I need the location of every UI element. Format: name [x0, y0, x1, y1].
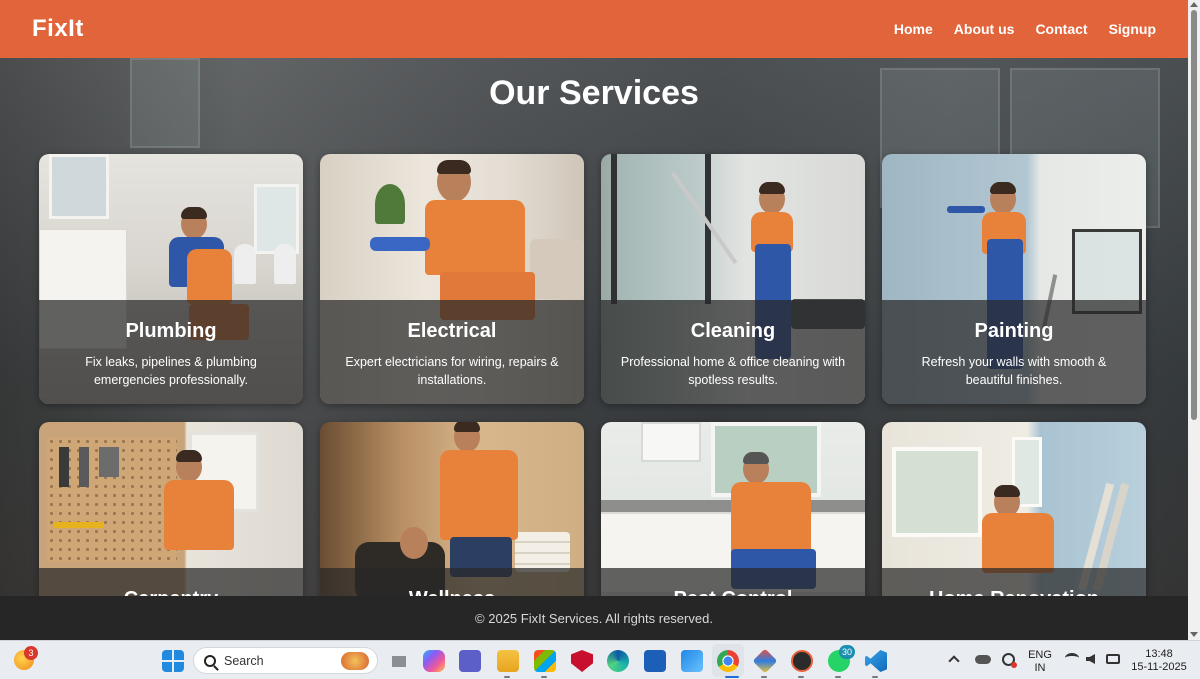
card-title: Electrical: [407, 320, 497, 342]
running-indicator: [872, 676, 878, 678]
nav-home-link[interactable]: Home: [894, 21, 933, 37]
sync-alert-dot: [1011, 662, 1017, 668]
nav-signup-link[interactable]: Signup: [1109, 21, 1156, 37]
card-title: Pest Control: [601, 588, 865, 596]
running-indicator: [504, 676, 510, 678]
service-card-plumbing[interactable]: Plumbing Fix leaks, pipelines & plumbing…: [39, 154, 303, 404]
running-indicator: [541, 676, 547, 678]
task-view-icon[interactable]: [388, 650, 410, 672]
store-icon[interactable]: [534, 650, 556, 672]
card-description: Expert electricians for wiring, repairs …: [345, 355, 559, 387]
language-code: ENG: [1028, 649, 1052, 661]
editor-icon[interactable]: [644, 650, 666, 672]
service-card-cleaning[interactable]: Cleaning Professional home & office clea…: [601, 154, 865, 404]
copilot-icon[interactable]: [423, 650, 445, 672]
language-indicator[interactable]: ENG IN: [1026, 649, 1054, 675]
page-scrollbar[interactable]: [1188, 0, 1200, 640]
battery-icon[interactable]: [1106, 654, 1120, 664]
running-indicator: [761, 676, 767, 678]
service-card-painting[interactable]: Painting Refresh your walls with smooth …: [882, 154, 1146, 404]
copyright-text: © 2025 FixIt Services. All rights reserv…: [475, 610, 713, 626]
card-description: Refresh your walls with smooth & beautif…: [921, 355, 1107, 387]
vscode-icon[interactable]: [865, 650, 887, 672]
onedrive-icon[interactable]: [975, 655, 991, 664]
nav-about-link[interactable]: About us: [954, 21, 1015, 37]
site-header: FixIt Home About us Contact Signup: [0, 0, 1188, 58]
running-indicator: [798, 676, 804, 678]
volume-icon[interactable]: [1086, 654, 1095, 664]
clock-time: 13:48: [1145, 648, 1173, 660]
windows-taskbar: 3 Search 30 ENG IN 13:48 15-11-2025: [0, 640, 1200, 679]
wifi-icon[interactable]: [1065, 653, 1079, 663]
service-card-carpentry[interactable]: Carpentry: [39, 422, 303, 596]
whatsapp-badge: 30: [839, 645, 856, 659]
card-title: Cleaning: [690, 320, 776, 342]
teams-icon[interactable]: [459, 650, 481, 672]
git-icon[interactable]: [752, 648, 778, 674]
services-section: Our Services Plumbing Fix leaks, pipelin…: [0, 58, 1188, 596]
scroll-down-arrow-icon[interactable]: [1190, 632, 1198, 637]
show-hidden-icons-chevron-icon[interactable]: [948, 655, 960, 667]
site-footer: © 2025 FixIt Services. All rights reserv…: [0, 596, 1188, 640]
region-code: IN: [1034, 662, 1046, 674]
scrollbar-thumb[interactable]: [1191, 10, 1197, 420]
media-player-icon[interactable]: [791, 650, 813, 672]
main-nav: Home About us Contact Signup: [894, 21, 1156, 37]
service-card-pest-control[interactable]: Pest Control: [601, 422, 865, 596]
mcafee-icon[interactable]: [571, 650, 593, 672]
service-card-home-renovation[interactable]: Home Renovation: [882, 422, 1146, 596]
photos-icon[interactable]: [681, 650, 703, 672]
card-description: Professional home & office cleaning with…: [620, 355, 846, 387]
card-description: Fix leaks, pipelines & plumbing emergenc…: [85, 355, 257, 387]
card-title: Home Renovation: [882, 588, 1146, 596]
taskbar-search-input[interactable]: Search: [193, 647, 378, 674]
nav-contact-link[interactable]: Contact: [1035, 21, 1087, 37]
search-icon: [204, 654, 216, 667]
chrome-icon[interactable]: [717, 650, 739, 672]
edge-icon[interactable]: [607, 650, 629, 672]
search-placeholder: Search: [224, 653, 264, 668]
file-explorer-icon[interactable]: [497, 650, 519, 672]
page-title: Our Services: [489, 74, 699, 112]
search-highlight-icon: [341, 652, 369, 670]
card-title: Painting: [974, 320, 1054, 342]
card-title: Wellness: [320, 588, 584, 596]
card-title: Plumbing: [125, 320, 217, 342]
notification-badge: 3: [24, 646, 38, 660]
start-icon[interactable]: [162, 650, 184, 672]
running-indicator: [725, 676, 739, 678]
service-card-electrical[interactable]: Electrical Expert electricians for wirin…: [320, 154, 584, 404]
service-card-wellness[interactable]: Wellness: [320, 422, 584, 596]
card-title: Carpentry: [39, 588, 303, 596]
clock-date: 15-11-2025: [1131, 661, 1187, 673]
site-logo[interactable]: FixIt: [32, 15, 84, 43]
clock[interactable]: 13:48 15-11-2025: [1128, 648, 1190, 674]
running-indicator: [835, 676, 841, 678]
scroll-up-arrow-icon[interactable]: [1190, 2, 1198, 7]
